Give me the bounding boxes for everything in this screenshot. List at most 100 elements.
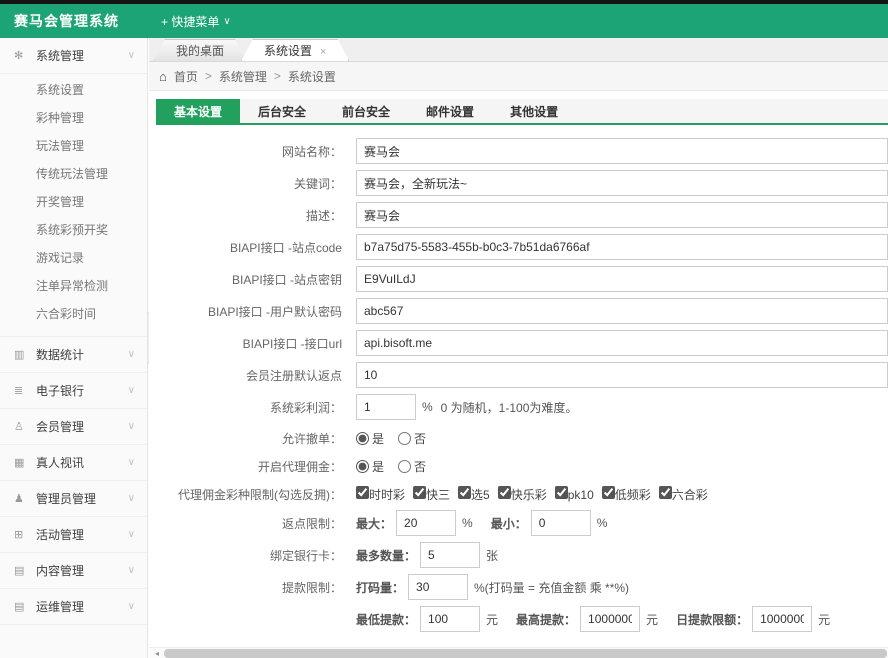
checkbox-input[interactable] <box>413 486 426 499</box>
field-label: 允许撤单： <box>156 430 356 447</box>
sidebar-group-ops[interactable]: ▤ 运维管理 ∨ <box>0 589 147 625</box>
scrollbar-thumb[interactable] <box>164 649 887 658</box>
radio-no[interactable]: 否 <box>398 430 426 447</box>
description-input[interactable] <box>356 202 888 228</box>
tab-mail-settings[interactable]: 邮件设置 <box>408 99 492 125</box>
tab-system-settings[interactable]: 系统设置× <box>241 39 349 61</box>
horizontal-scrollbar[interactable]: ◂ <box>149 647 888 658</box>
close-icon[interactable]: × <box>320 46 326 58</box>
checkbox-input[interactable] <box>356 486 369 499</box>
tab-backend-security[interactable]: 后台安全 <box>240 99 324 125</box>
radio-yes[interactable]: 是 <box>356 430 384 447</box>
field-label: 描述： <box>156 207 356 224</box>
sidebar-item-lottery-mgmt[interactable]: 彩种管理 <box>0 104 147 132</box>
rebate-max-field: 最大： % <box>356 510 473 536</box>
field-label: 会员注册默认返点 <box>156 367 356 384</box>
sidebar-group-label: 电子银行 <box>36 382 128 399</box>
daily-withdraw-input[interactable] <box>752 606 812 632</box>
biapi-default-password-input[interactable] <box>356 298 888 324</box>
sidebar-item-bet-anomaly[interactable]: 注单异常检测 <box>0 272 147 300</box>
form-row: 允许撤单： 是 否 <box>156 426 888 450</box>
main-panel: 我的桌面 系统设置× ⌂ 首页 > 系统管理 > 系统设置 基本设置 后台安全 … <box>149 38 888 658</box>
field-label: 绑定银行卡： <box>156 547 356 564</box>
biapi-site-key-input[interactable] <box>356 266 888 292</box>
sidebar-group-members[interactable]: ♙ 会员管理 ∨ <box>0 409 147 445</box>
site-name-input[interactable] <box>356 138 888 164</box>
sidebar-item-mark6-time[interactable]: 六合彩时间 <box>0 300 147 328</box>
checkbox-label: pk10 <box>568 488 594 502</box>
sidebar-group-ebank[interactable]: ≣ 电子银行 ∨ <box>0 373 147 409</box>
sidebar-item-system-settings[interactable]: 系统设置 <box>0 76 147 104</box>
checkbox-pk10[interactable]: pk10 <box>555 486 594 502</box>
sidebar-item-traditional-play[interactable]: 传统玩法管理 <box>0 160 147 188</box>
unit-label: 元 <box>646 611 658 628</box>
inline-label: 最大： <box>356 515 392 532</box>
breadcrumb-home[interactable]: 首页 <box>174 68 198 85</box>
field-label: 返点限制： <box>156 515 356 532</box>
checkbox-kuaisan[interactable]: 快三 <box>413 486 450 503</box>
settings-tabbar: 基本设置 后台安全 前台安全 邮件设置 其他设置 <box>156 99 888 125</box>
keywords-input[interactable] <box>356 170 888 196</box>
max-withdraw-input[interactable] <box>580 606 640 632</box>
tab-other-settings[interactable]: 其他设置 <box>492 99 576 125</box>
breadcrumb-system-mgmt[interactable]: 系统管理 <box>219 68 267 85</box>
sidebar-group-admins[interactable]: ♟ 管理员管理 ∨ <box>0 481 147 517</box>
system-profit-input[interactable] <box>356 394 416 420</box>
form-row: 网站名称： <box>156 138 888 164</box>
sidebar-group-live-video[interactable]: ▦ 真人视讯 ∨ <box>0 445 147 481</box>
scroll-left-arrow-icon[interactable]: ◂ <box>151 648 163 658</box>
chevron-down-icon: ∨ <box>128 493 135 504</box>
quick-menu-label: + 快捷菜单 <box>161 13 219 30</box>
turnover-input[interactable] <box>408 574 468 600</box>
checkbox-shishicai[interactable]: 时时彩 <box>356 486 405 503</box>
home-icon: ⌂ <box>159 69 167 84</box>
chevron-down-icon: ∨ <box>128 349 135 360</box>
sidebar-group-activities[interactable]: ⊞ 活动管理 ∨ <box>0 517 147 553</box>
allow-cancel-radio-group: 是 否 <box>356 430 426 447</box>
chevron-down-icon: ∨ <box>128 457 135 468</box>
checkbox-liuhecai[interactable]: 六合彩 <box>659 486 708 503</box>
rebate-min-input[interactable] <box>531 510 591 536</box>
radio-input[interactable] <box>356 432 369 445</box>
sidebar-item-draw-mgmt[interactable]: 开奖管理 <box>0 188 147 216</box>
form-row: 代理佣金彩种限制(勾选反拥)： 时时彩 快三 选5 快乐彩 pk10 低频彩 六… <box>156 482 888 506</box>
checkbox-input[interactable] <box>458 486 471 499</box>
radio-no[interactable]: 否 <box>398 458 426 475</box>
checkbox-input[interactable] <box>602 486 615 499</box>
radio-yes[interactable]: 是 <box>356 458 384 475</box>
checkbox-input[interactable] <box>498 486 511 499</box>
breadcrumb-separator: > <box>274 69 281 83</box>
checkbox-xuan5[interactable]: 选5 <box>458 486 490 503</box>
sidebar-group-statistics[interactable]: ▥ 数据统计 ∨ <box>0 337 147 373</box>
tab-basic-settings[interactable]: 基本设置 <box>156 99 240 125</box>
min-withdraw-field: 最低提款： 元 <box>356 606 498 632</box>
checkbox-kuailecai[interactable]: 快乐彩 <box>498 486 547 503</box>
radio-input[interactable] <box>398 432 411 445</box>
biapi-url-input[interactable] <box>356 330 888 356</box>
quick-menu-button[interactable]: + 快捷菜单 ∨ <box>161 13 231 30</box>
default-rebate-input[interactable] <box>356 362 888 388</box>
checkbox-input[interactable] <box>659 486 672 499</box>
sidebar-item-play-mgmt[interactable]: 玩法管理 <box>0 132 147 160</box>
sidebar-item-game-records[interactable]: 游戏记录 <box>0 244 147 272</box>
bankcard-max-field: 最多数量： 张 <box>356 542 498 568</box>
checkbox-input[interactable] <box>555 486 568 499</box>
biapi-site-code-input[interactable] <box>356 234 888 260</box>
sidebar-group-content[interactable]: ▤ 内容管理 ∨ <box>0 553 147 589</box>
tab-my-desktop[interactable]: 我的桌面 <box>153 39 247 61</box>
radio-label: 是 <box>372 458 384 475</box>
form-row: 绑定银行卡： 最多数量： 张 <box>156 542 888 568</box>
sidebar-group-system[interactable]: ✻ 系统管理 ∨ <box>0 38 147 74</box>
bankcard-max-input[interactable] <box>420 542 480 568</box>
min-withdraw-input[interactable] <box>420 606 480 632</box>
checkbox-dipincai[interactable]: 低频彩 <box>602 486 651 503</box>
breadcrumb-system-settings[interactable]: 系统设置 <box>288 68 336 85</box>
sidebar-item-predraw[interactable]: 系统彩预开奖 <box>0 216 147 244</box>
topbar: 赛马会管理系统 + 快捷菜单 ∨ <box>0 4 888 38</box>
tab-frontend-security[interactable]: 前台安全 <box>324 99 408 125</box>
radio-input[interactable] <box>356 460 369 473</box>
chevron-down-icon: ∨ <box>128 529 135 540</box>
radio-input[interactable] <box>398 460 411 473</box>
rebate-max-input[interactable] <box>396 510 456 536</box>
document-icon: ▤ <box>14 600 30 613</box>
